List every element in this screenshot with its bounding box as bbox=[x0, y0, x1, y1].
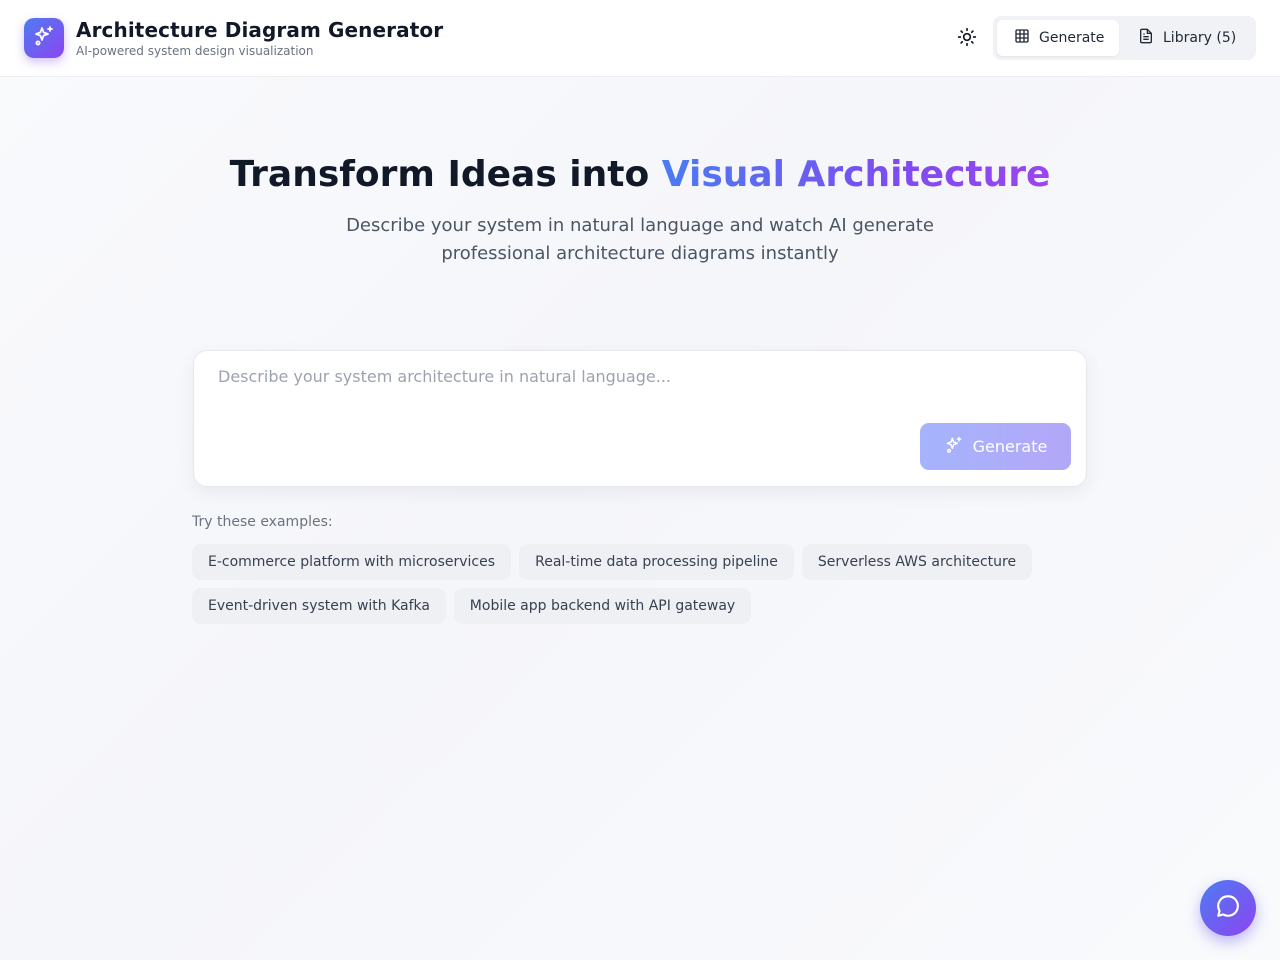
examples-label: Try these examples: bbox=[192, 514, 333, 530]
grid-icon bbox=[1014, 28, 1039, 48]
tab-generate-label: Generate bbox=[1039, 30, 1105, 46]
sparkles-icon bbox=[944, 435, 973, 459]
app-title: Architecture Diagram Generator bbox=[76, 18, 444, 42]
app-header: Architecture Diagram Generator AI-powere… bbox=[0, 0, 1280, 77]
architecture-prompt-input[interactable] bbox=[218, 367, 1058, 427]
hero-title-highlight: Visual Architecture bbox=[661, 154, 1051, 195]
generate-button-label: Generate bbox=[972, 437, 1048, 456]
app-subtitle: AI-powered system design visualization bbox=[76, 44, 314, 58]
view-switcher: Generate Library (5) bbox=[993, 16, 1256, 60]
chat-bubble-icon bbox=[1215, 893, 1241, 923]
example-chip[interactable]: E-commerce platform with microservices bbox=[192, 544, 511, 580]
chat-button[interactable] bbox=[1200, 880, 1256, 936]
example-chip[interactable]: Real-time data processing pipeline bbox=[519, 544, 794, 580]
generate-button[interactable]: Generate bbox=[920, 423, 1071, 470]
tab-generate[interactable]: Generate bbox=[997, 20, 1119, 56]
document-icon bbox=[1138, 28, 1163, 48]
hero-description: Describe your system in natural language… bbox=[346, 215, 934, 264]
prompt-card: Generate bbox=[193, 350, 1087, 487]
app-logo bbox=[24, 18, 64, 58]
hero-title: Transform Ideas into Visual Architecture bbox=[0, 154, 1280, 195]
example-chip[interactable]: Event-driven system with Kafka bbox=[192, 588, 446, 624]
hero-title-plain: Transform Ideas into bbox=[229, 154, 662, 195]
sun-icon bbox=[957, 27, 977, 51]
tab-library[interactable]: Library (5) bbox=[1123, 20, 1252, 56]
example-chip[interactable]: Mobile app backend with API gateway bbox=[454, 588, 751, 624]
sparkles-icon bbox=[32, 24, 56, 52]
example-chip[interactable]: Serverless AWS architecture bbox=[802, 544, 1032, 580]
theme-toggle-button[interactable] bbox=[952, 24, 982, 54]
tab-library-label: Library (5) bbox=[1163, 30, 1237, 46]
